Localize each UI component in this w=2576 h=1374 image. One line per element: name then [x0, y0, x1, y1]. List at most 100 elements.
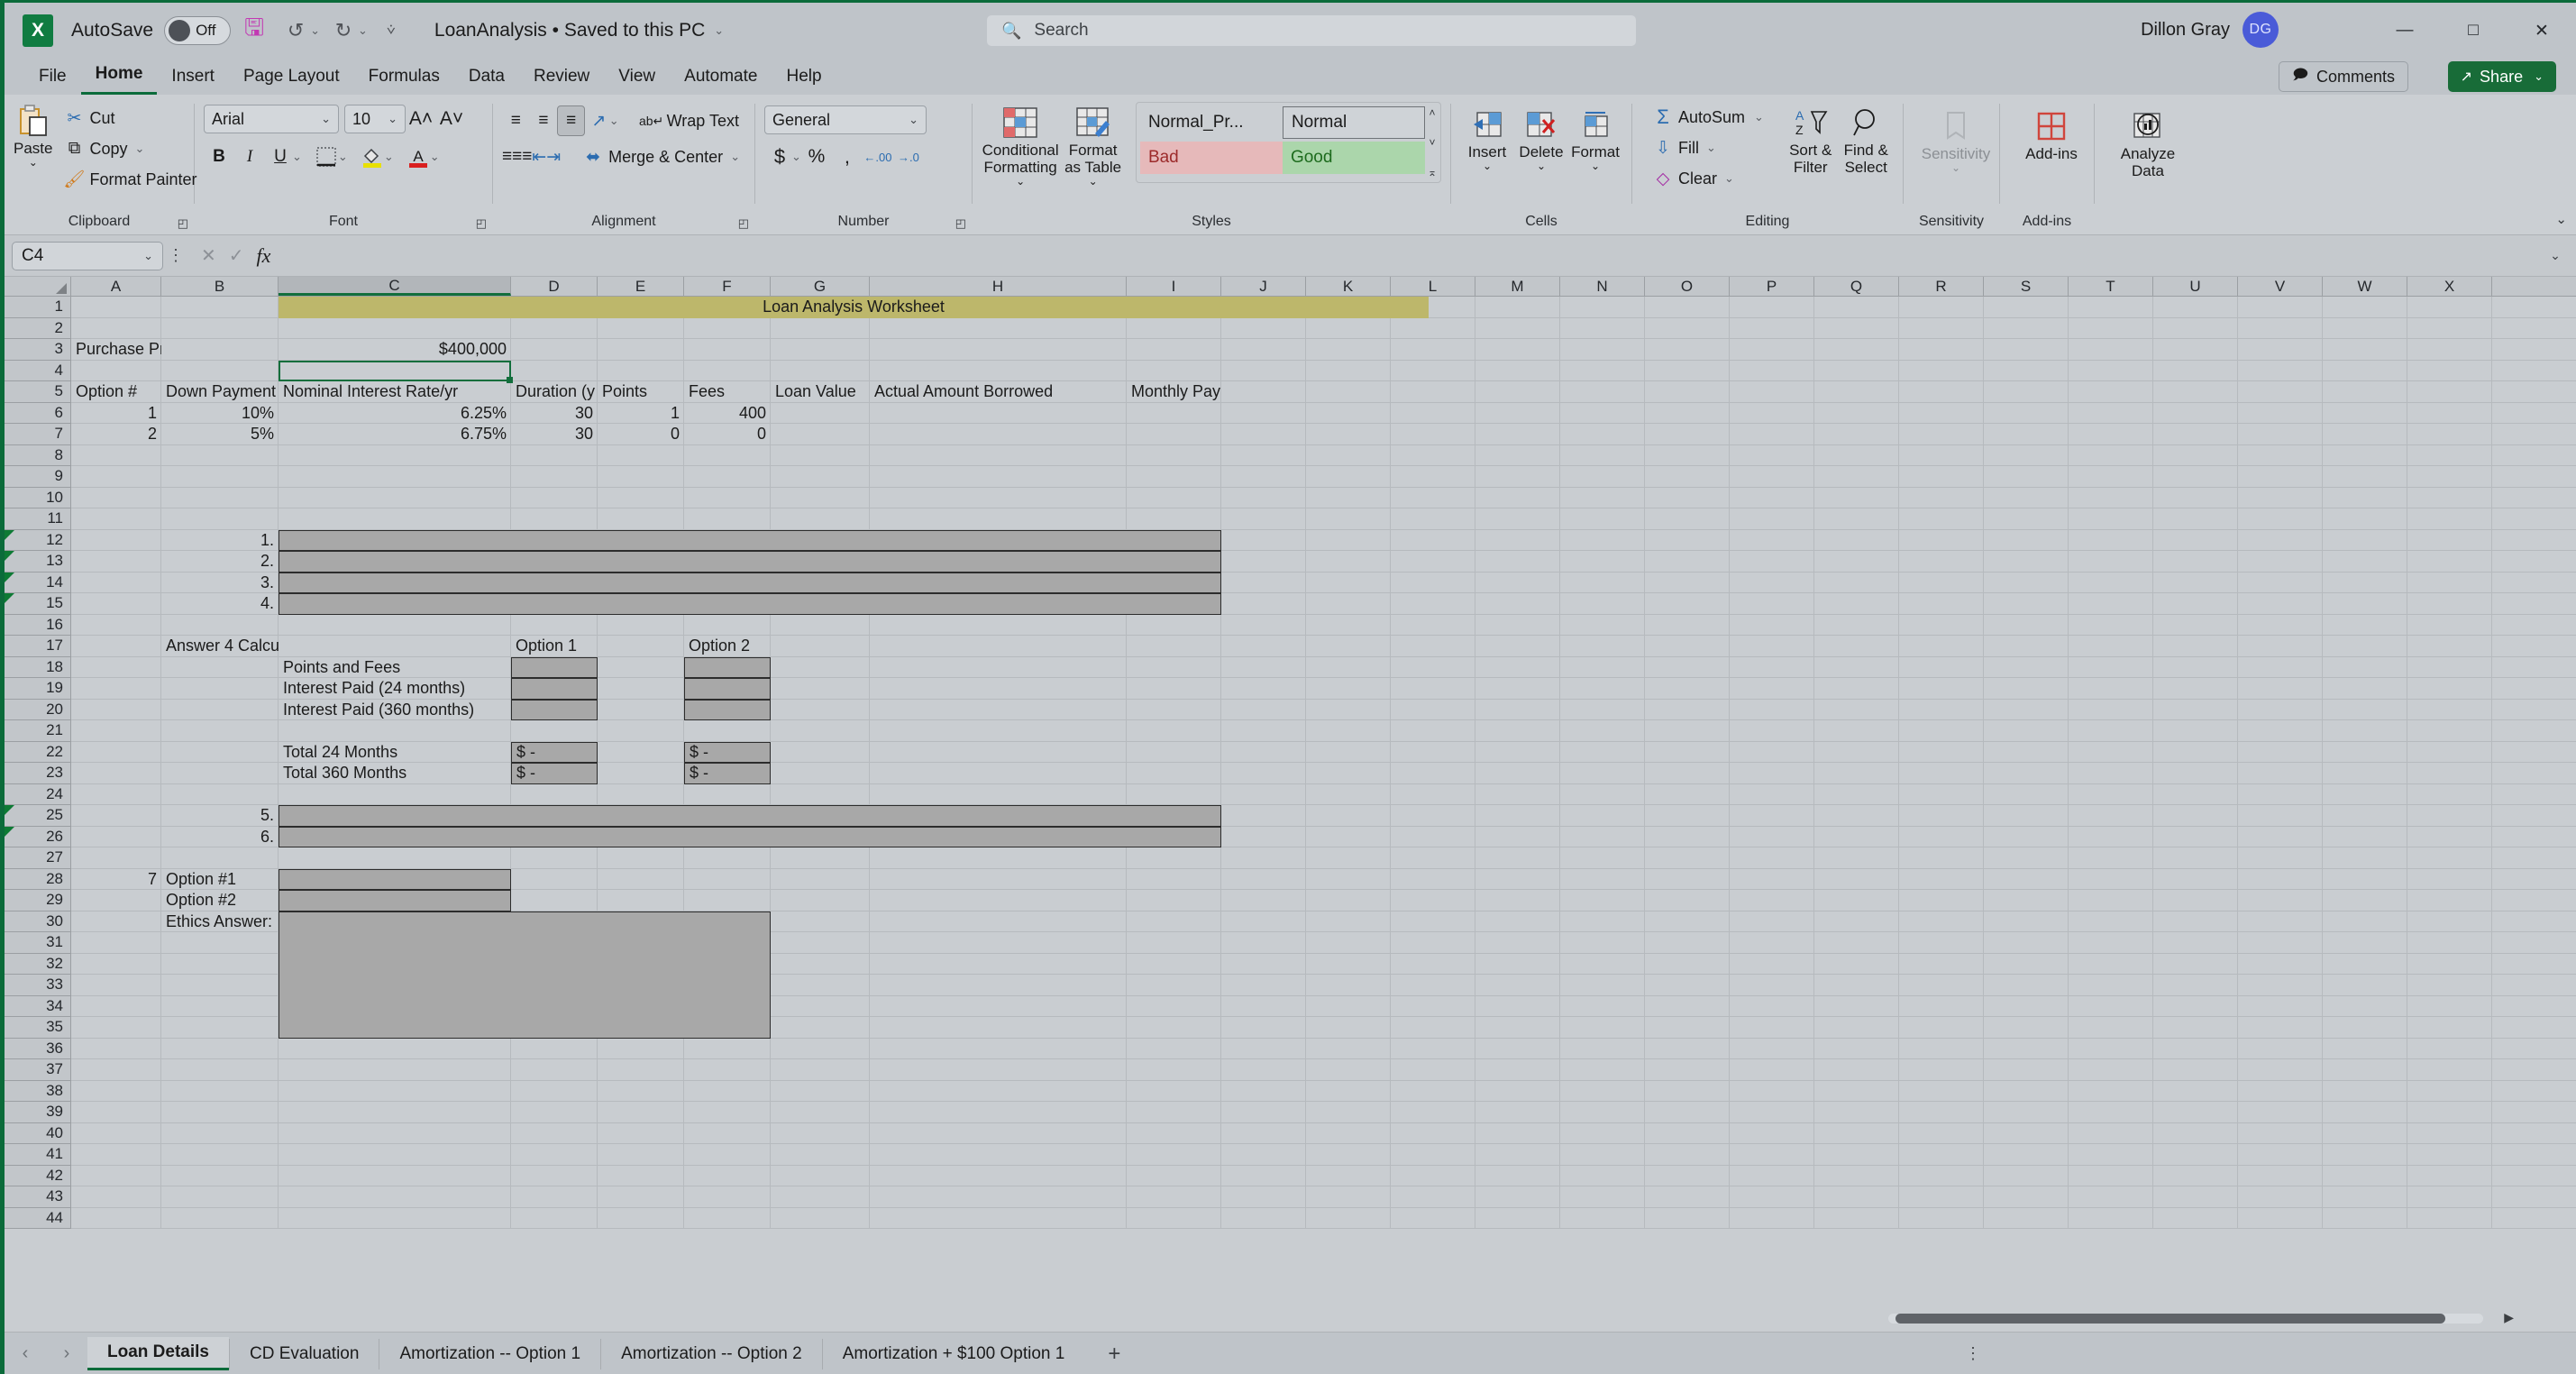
italic-button[interactable]: I: [234, 142, 265, 172]
cell-N5[interactable]: [1560, 381, 1645, 403]
cell-S7[interactable]: [1984, 424, 2069, 445]
cell-R44[interactable]: [1899, 1207, 1984, 1229]
cell-C11[interactable]: [279, 508, 511, 530]
cell-J22[interactable]: [1221, 741, 1306, 763]
cell-M41[interactable]: [1475, 1144, 1560, 1166]
cell-G38[interactable]: [771, 1080, 870, 1102]
cell-W43[interactable]: [2323, 1186, 2407, 1208]
cell-M44[interactable]: [1475, 1207, 1560, 1229]
font-size-chevron-down-icon[interactable]: ⌄: [388, 112, 397, 126]
cell-A39[interactable]: [71, 1102, 161, 1123]
cell-E5-value[interactable]: Points: [598, 381, 684, 403]
cell-Q15[interactable]: [1814, 593, 1899, 615]
column-header-Q[interactable]: Q: [1814, 277, 1899, 296]
font-name-select[interactable]: Arial ⌄: [204, 105, 339, 133]
cell-W40[interactable]: [2323, 1122, 2407, 1144]
cell-O25[interactable]: [1645, 805, 1730, 827]
row-header-34[interactable]: 34: [5, 995, 71, 1017]
cell-X19[interactable]: [2407, 678, 2492, 700]
cell-W30[interactable]: [2323, 911, 2407, 932]
cell-K14[interactable]: [1306, 572, 1391, 593]
cell-A12[interactable]: [71, 529, 161, 551]
cell-O30[interactable]: [1645, 911, 1730, 932]
cell-M16[interactable]: [1475, 614, 1560, 636]
cell-M17[interactable]: [1475, 636, 1560, 657]
cell-S5[interactable]: [1984, 381, 2069, 403]
cell-H37[interactable]: [870, 1059, 1127, 1081]
row-header-1[interactable]: 1: [5, 297, 71, 318]
cell-E7-value[interactable]: 0: [598, 424, 684, 445]
cell-U24[interactable]: [2153, 783, 2238, 805]
undo-icon[interactable]: ↺: [278, 13, 314, 49]
styles-scroll-down-icon[interactable]: ˅: [1429, 136, 1435, 149]
cell-V8[interactable]: [2238, 444, 2323, 466]
cell-A38[interactable]: [71, 1080, 161, 1102]
cell-L11[interactable]: [1391, 508, 1475, 530]
cell-X40[interactable]: [2407, 1122, 2492, 1144]
cell-X28[interactable]: [2407, 868, 2492, 890]
cell-B8[interactable]: [161, 444, 279, 466]
cell-P35[interactable]: [1730, 1017, 1814, 1039]
collapse-ribbon-icon[interactable]: ⌄: [2555, 211, 2567, 227]
cell-T25[interactable]: [2069, 805, 2153, 827]
prev-sheet-icon[interactable]: ‹: [5, 1343, 46, 1364]
cell-F28[interactable]: [684, 868, 771, 890]
cell-O27[interactable]: [1645, 847, 1730, 869]
cell-O37[interactable]: [1645, 1059, 1730, 1081]
cell-V35[interactable]: [2238, 1017, 2323, 1039]
cell-M18[interactable]: [1475, 656, 1560, 678]
cell-C22-value[interactable]: Total 24 Months: [279, 742, 511, 764]
cell-L40[interactable]: [1391, 1122, 1475, 1144]
cell-K20[interactable]: [1306, 699, 1391, 720]
cell-Q18[interactable]: [1814, 656, 1899, 678]
cell-F11[interactable]: [684, 508, 771, 530]
cell-A23[interactable]: [71, 763, 161, 784]
cell-P15[interactable]: [1730, 593, 1814, 615]
wrap-text-button[interactable]: ab↵ Wrap Text: [630, 105, 745, 136]
cell-A11[interactable]: [71, 508, 161, 530]
cell-V43[interactable]: [2238, 1186, 2323, 1208]
cell-O39[interactable]: [1645, 1102, 1730, 1123]
cell-J17[interactable]: [1221, 636, 1306, 657]
cell-P17[interactable]: [1730, 636, 1814, 657]
cell-T16[interactable]: [2069, 614, 2153, 636]
cell-T27[interactable]: [2069, 847, 2153, 869]
cell-O20[interactable]: [1645, 699, 1730, 720]
styles-scroll-up-icon[interactable]: ˄: [1429, 106, 1435, 119]
cell-O9[interactable]: [1645, 466, 1730, 488]
cell-J13[interactable]: [1221, 551, 1306, 572]
cell-V10[interactable]: [2238, 487, 2323, 508]
cell-E18[interactable]: [598, 656, 684, 678]
cell-N1[interactable]: [1560, 297, 1645, 318]
cell-M15[interactable]: [1475, 593, 1560, 615]
cell-X33[interactable]: [2407, 975, 2492, 996]
cell-N3[interactable]: [1560, 339, 1645, 361]
cell-I6[interactable]: [1127, 402, 1221, 424]
cell-G30[interactable]: [771, 911, 870, 932]
cell-D10[interactable]: [511, 487, 598, 508]
row-header-37[interactable]: 37: [5, 1059, 71, 1081]
cancel-icon[interactable]: ✕: [201, 244, 216, 267]
cell-V31[interactable]: [2238, 932, 2323, 954]
cell-K4[interactable]: [1306, 360, 1391, 381]
cell-T3[interactable]: [2069, 339, 2153, 361]
cell-R27[interactable]: [1899, 847, 1984, 869]
sensitivity-chevron-down-icon[interactable]: ⌄: [1951, 161, 1960, 174]
cell-F3[interactable]: [684, 339, 771, 361]
cell-C37[interactable]: [279, 1059, 511, 1081]
cell-U19[interactable]: [2153, 678, 2238, 700]
format-as-table-chevron-down-icon[interactable]: ⌄: [1089, 175, 1098, 188]
cell-M14[interactable]: [1475, 572, 1560, 593]
clear-chevron-down-icon[interactable]: ⌄: [1724, 171, 1734, 186]
cell-S22[interactable]: [1984, 741, 2069, 763]
column-header-T[interactable]: T: [2069, 277, 2153, 296]
cell-T36[interactable]: [2069, 1038, 2153, 1059]
cell-V4[interactable]: [2238, 360, 2323, 381]
cell-E9[interactable]: [598, 466, 684, 488]
cell-F4[interactable]: [684, 360, 771, 381]
cell-K28[interactable]: [1306, 868, 1391, 890]
cell-X38[interactable]: [2407, 1080, 2492, 1102]
cell-E29[interactable]: [598, 890, 684, 911]
cell-F39[interactable]: [684, 1102, 771, 1123]
cell-M13[interactable]: [1475, 551, 1560, 572]
